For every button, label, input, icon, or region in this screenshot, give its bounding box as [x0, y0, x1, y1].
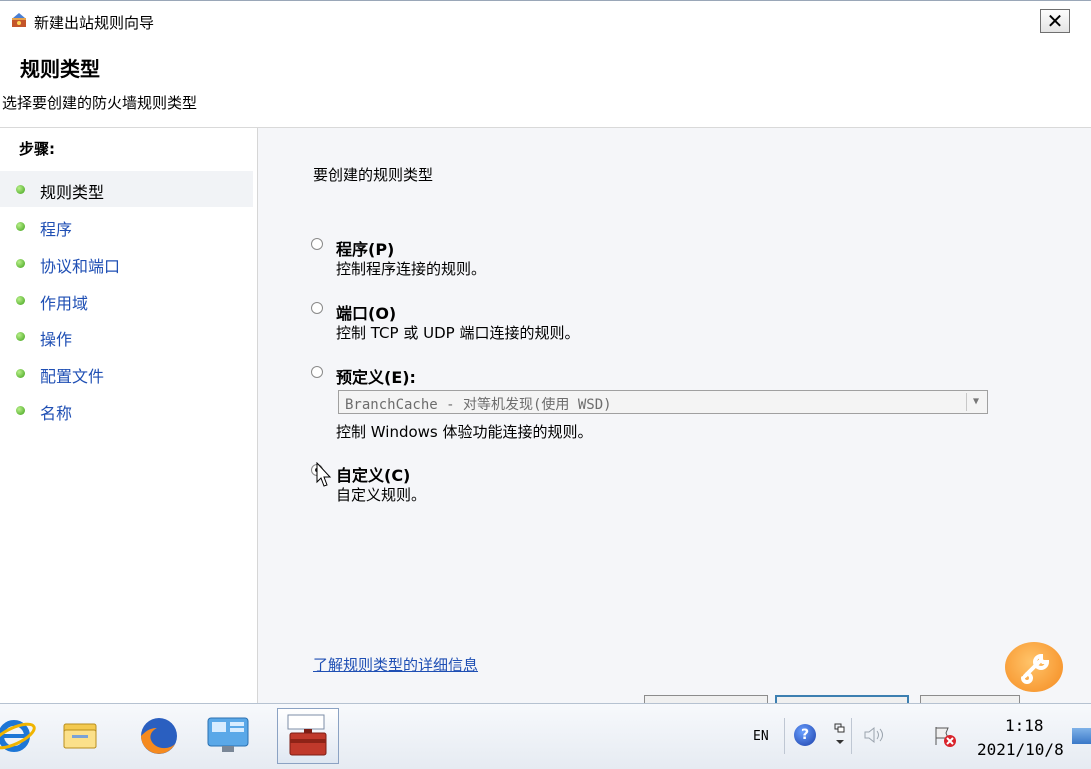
radio-predefined[interactable] [311, 366, 323, 378]
taskbar-server-manager-button[interactable] [198, 708, 260, 764]
sidebar-item-scope[interactable]: 作用域 [0, 282, 253, 318]
sidebar-item-rule-type[interactable]: 规则类型 [0, 171, 253, 207]
taskbar: EN ? 1:18 2021/10/8 [0, 703, 1091, 769]
help-icon[interactable]: ? [794, 724, 816, 746]
taskbar-firewall-button[interactable] [277, 708, 339, 764]
step-dot-icon [16, 222, 25, 231]
internet-explorer-icon [0, 720, 36, 752]
wrench-glyph-icon [1021, 653, 1050, 684]
sidebar-item-label: 协议和端口 [40, 257, 121, 276]
clock-date[interactable]: 2021/10/8 [977, 740, 1064, 759]
step-dot-icon [16, 185, 25, 194]
sidebar-item-label: 名称 [40, 404, 73, 423]
sidebar-item-program[interactable]: 程序 [0, 208, 253, 244]
step-dot-icon [16, 406, 25, 415]
radio-port[interactable] [311, 302, 323, 314]
wizard-window: 新建出站规则向导 ✕ 规则类型 选择要创建的防火墙规则类型 步骤: 规则类型 程… [0, 0, 1091, 704]
sidebar-item-profile[interactable]: 配置文件 [0, 355, 253, 391]
tray-separator [784, 718, 785, 754]
action-center-flag-icon[interactable] [932, 724, 958, 748]
step-dot-icon [16, 296, 25, 305]
sidebar-item-label: 规则类型 [40, 183, 105, 202]
language-indicator[interactable]: EN [753, 729, 769, 744]
language-bar-options-icon[interactable] [833, 722, 847, 748]
option-custom-title[interactable]: 自定义(C) [336, 462, 410, 486]
firefox-icon [141, 718, 177, 754]
taskbar-ie-button[interactable] [0, 708, 46, 764]
mouse-pointer-icon [316, 462, 332, 487]
option-predefined-title[interactable]: 预定义(E): [336, 364, 416, 388]
window-title: 新建出站规则向导 [34, 14, 155, 32]
steps-label: 步骤: [19, 140, 55, 158]
sidebar-item-label: 程序 [40, 220, 73, 239]
clock-time[interactable]: 1:18 [1005, 716, 1044, 735]
steps-sidebar: 步骤: 规则类型 程序 协议和端口 作用域 操作 配置文件 名称 [0, 128, 258, 704]
sidebar-item-label: 作用域 [40, 294, 89, 313]
step-dot-icon [16, 369, 25, 378]
option-program-desc: 控制程序连接的规则。 [336, 260, 487, 278]
option-port-title[interactable]: 端口(O) [336, 300, 396, 324]
option-port-desc: 控制 TCP 或 UDP 端口连接的规则。 [336, 324, 580, 342]
option-custom-desc: 自定义规则。 [336, 486, 427, 504]
learn-more-link[interactable]: 了解规则类型的详细信息 [313, 654, 478, 675]
toolbox-firewall-icon [287, 714, 327, 756]
predefined-desc: 控制 Windows 体验功能连接的规则。 [336, 423, 593, 441]
main-panel: 要创建的规则类型 程序(P) 控制程序连接的规则。 端口(O) 控制 TCP 或… [258, 128, 1091, 704]
page-header: 规则类型 选择要创建的防火墙规则类型 [0, 41, 1091, 128]
wrench-tool-icon[interactable] [1005, 642, 1063, 692]
sidebar-item-protocol-ports[interactable]: 协议和端口 [0, 245, 253, 281]
page-title: 规则类型 [20, 57, 100, 81]
server-manager-icon [207, 717, 249, 752]
show-desktop-button[interactable] [1072, 728, 1091, 744]
volume-icon[interactable] [862, 724, 886, 746]
page-subtitle: 选择要创建的防火墙规则类型 [2, 94, 198, 112]
predefined-select-value: BranchCache - 对等机发现(使用 WSD) [345, 397, 612, 413]
close-button[interactable]: ✕ [1040, 9, 1070, 33]
sidebar-item-action[interactable]: 操作 [0, 318, 253, 354]
tray-separator [851, 718, 852, 754]
radio-program[interactable] [311, 238, 323, 250]
sidebar-item-label: 配置文件 [40, 367, 105, 386]
chevron-down-icon[interactable]: ▼ [966, 393, 985, 411]
predefined-select[interactable]: BranchCache - 对等机发现(使用 WSD) ▼ [338, 390, 988, 414]
taskbar-firefox-button[interactable] [129, 708, 191, 764]
taskbar-explorer-button[interactable] [50, 708, 112, 764]
step-dot-icon [16, 332, 25, 341]
step-dot-icon [16, 259, 25, 268]
sidebar-item-label: 操作 [40, 330, 73, 349]
option-program-title[interactable]: 程序(P) [336, 236, 394, 260]
title-bar[interactable]: 新建出站规则向导 ✕ [0, 1, 1091, 41]
firewall-wizard-icon [12, 13, 26, 27]
folder-icon [63, 723, 97, 749]
sidebar-item-name[interactable]: 名称 [0, 392, 253, 428]
rule-type-prompt: 要创建的规则类型 [313, 166, 434, 184]
